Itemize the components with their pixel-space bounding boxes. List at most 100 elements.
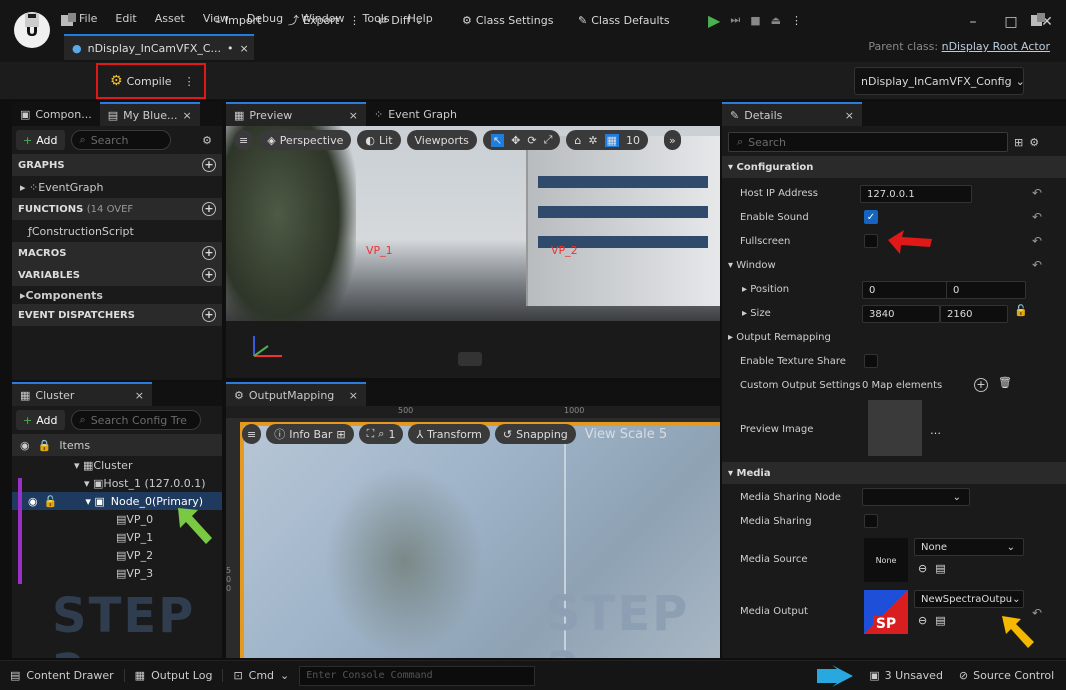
menu-edit[interactable]: Edit bbox=[106, 12, 145, 30]
export-button[interactable]: ⤴ Export ⋮ bbox=[288, 8, 360, 32]
rotate-icon[interactable]: ⟳ bbox=[527, 134, 536, 147]
spectra-logo[interactable]: SP bbox=[864, 590, 908, 634]
trash-icon[interactable]: 🗑 bbox=[998, 376, 1012, 389]
position-y-input[interactable]: 0 bbox=[946, 281, 1026, 299]
eye-icon[interactable]: ◉ bbox=[20, 439, 30, 452]
tab-output-mapping[interactable]: ⚙ OutputMapping × bbox=[226, 382, 366, 406]
unsaved-button[interactable]: ▣ 3 Unsaved bbox=[859, 669, 953, 682]
menu-icon[interactable]: ≡ bbox=[242, 424, 262, 444]
reset-arrow-icon[interactable]: ↶ bbox=[1032, 234, 1042, 248]
unlock-icon[interactable]: 🔓 bbox=[44, 495, 58, 508]
components-category[interactable]: ▸ Components bbox=[12, 286, 222, 304]
output-mapping-canvas[interactable]: 500 1000 5 0 0 ≡ ⓘ Info Bar ⊞ ⛶ ⌕ 1 ⅄ Transfo… bbox=[226, 406, 720, 658]
scale-icon[interactable]: ⤢ bbox=[544, 133, 553, 147]
minimize-icon[interactable]: – bbox=[960, 14, 986, 34]
graphs-section[interactable]: GRAPHS + bbox=[12, 154, 222, 176]
add-variable-icon[interactable]: + bbox=[202, 268, 216, 282]
menu-icon[interactable]: ≡ bbox=[234, 130, 254, 150]
class-settings-button[interactable]: ⚙ Class Settings bbox=[462, 8, 553, 32]
eye-icon[interactable]: ◉ bbox=[28, 495, 38, 508]
lit-button[interactable]: ◐ Lit bbox=[357, 130, 401, 150]
stop-icon[interactable]: ■ bbox=[750, 14, 760, 27]
compile-button[interactable]: ⚙ Compile ⋮ bbox=[96, 63, 206, 99]
event-dispatchers-section[interactable]: EVENT DISPATCHERS + bbox=[12, 304, 222, 326]
move-icon[interactable]: ✥ bbox=[511, 134, 520, 147]
close-icon[interactable]: × bbox=[349, 389, 358, 402]
gear-icon[interactable]: ⚙ bbox=[1029, 136, 1039, 149]
host-ip-input[interactable]: 127.0.0.1 bbox=[860, 185, 972, 203]
export-more-icon[interactable]: ⋮ bbox=[349, 14, 360, 27]
functions-section[interactable]: FUNCTIONS (14 OVEF + bbox=[12, 198, 222, 220]
more-options-icon[interactable]: ⋮ bbox=[184, 75, 195, 88]
add-macro-icon[interactable]: + bbox=[202, 246, 216, 260]
close-icon[interactable]: × bbox=[240, 42, 249, 55]
world-icon[interactable]: ✲ bbox=[588, 134, 597, 147]
close-icon[interactable]: × bbox=[845, 109, 854, 122]
config-dropdown[interactable]: nDisplay_InCamVFX_Config ⌄ bbox=[854, 67, 1025, 95]
browse-config-icon[interactable] bbox=[1030, 8, 1046, 32]
viewports-button[interactable]: Viewports bbox=[406, 130, 477, 150]
zoom-control[interactable]: ⛶ ⌕ 1 bbox=[358, 424, 404, 444]
use-selected-icon[interactable]: ⊖ bbox=[918, 614, 927, 627]
browse-icon[interactable]: ▤ bbox=[935, 562, 945, 575]
event-graph-item[interactable]: ▸ ⁘ EventGraph bbox=[12, 176, 222, 198]
macros-section[interactable]: MACROS + bbox=[12, 242, 222, 264]
construction-script-item[interactable]: ƒ ConstructionScript bbox=[12, 220, 222, 242]
add-button[interactable]: + Add bbox=[16, 410, 65, 430]
fullscreen-checkbox[interactable] bbox=[864, 234, 878, 248]
add-function-icon[interactable]: + bbox=[202, 202, 216, 216]
transform-button[interactable]: ⅄ Transform bbox=[408, 424, 490, 444]
reset-arrow-icon[interactable]: ↶ bbox=[1032, 186, 1042, 200]
media-sharing-checkbox[interactable] bbox=[864, 514, 878, 528]
class-defaults-button[interactable]: ✎ Class Defaults bbox=[578, 8, 670, 32]
use-selected-icon[interactable]: ⊖ bbox=[918, 562, 927, 575]
save-icon[interactable] bbox=[24, 8, 40, 32]
add-dispatcher-icon[interactable]: + bbox=[202, 308, 216, 322]
output-log-button[interactable]: ▦ Output Log bbox=[125, 669, 224, 682]
expand-more-icon[interactable]: » bbox=[663, 130, 681, 150]
tab-event-graph[interactable]: ⁘ Event Graph bbox=[366, 102, 465, 126]
play-options-icon[interactable]: ⋮ bbox=[791, 14, 802, 27]
cmd-dropdown[interactable]: ⊡ Cmd ⌄ bbox=[223, 669, 299, 682]
gear-icon[interactable]: ⚙ bbox=[202, 134, 212, 147]
more-options-icon[interactable]: … bbox=[930, 424, 941, 437]
select-icon[interactable]: ↖ bbox=[490, 133, 505, 147]
browse-icon[interactable]: ▤ bbox=[935, 614, 945, 627]
reset-arrow-icon[interactable]: ↶ bbox=[1032, 258, 1042, 272]
lock-ratio-icon[interactable]: 🔓 bbox=[1014, 304, 1028, 317]
info-bar-button[interactable]: ⓘ Info Bar ⊞ bbox=[266, 424, 354, 444]
table-view-icon[interactable]: ⊞ bbox=[1014, 136, 1023, 149]
tab-cluster[interactable]: ▦ Cluster × bbox=[12, 382, 152, 406]
search-config-input[interactable]: ⌕ Search Config Tre bbox=[70, 410, 201, 430]
tab-preview[interactable]: ▦ Preview × bbox=[226, 102, 366, 126]
tree-host[interactable]: ▾ ▣ Host_1 (127.0.0.1) bbox=[12, 474, 222, 492]
configuration-section[interactable]: ▾ Configuration bbox=[722, 156, 1066, 178]
reset-arrow-icon[interactable]: ↶ bbox=[1032, 210, 1042, 224]
tree-viewport[interactable]: ▤ VP_3 bbox=[12, 564, 222, 582]
media-output-dropdown[interactable]: NewSpectraOutpu ⌄ bbox=[914, 590, 1024, 608]
lock-icon[interactable]: 🔒 bbox=[38, 439, 52, 452]
browse-icon[interactable] bbox=[60, 8, 78, 32]
tab-my-blueprint[interactable]: ▤ My Blue... × bbox=[99, 102, 200, 126]
add-element-icon[interactable]: + bbox=[974, 378, 988, 392]
close-icon[interactable]: × bbox=[135, 389, 144, 402]
preview-viewport[interactable]: VP_1 VP_2 ≡ ◈ Perspective ◐ Lit Viewports … bbox=[226, 126, 720, 378]
tab-details[interactable]: ✎ Details × bbox=[722, 102, 862, 126]
size-row-label[interactable]: ▸ Size bbox=[742, 308, 771, 319]
media-section[interactable]: ▾ Media bbox=[722, 462, 1066, 484]
diff-button[interactable]: ⇄ Diff ⌄ bbox=[378, 8, 424, 32]
maximize-icon[interactable]: □ bbox=[998, 14, 1024, 34]
snapping-button[interactable]: ↺ Snapping bbox=[494, 424, 576, 444]
enable-texture-share-checkbox[interactable] bbox=[864, 354, 878, 368]
output-remapping-row[interactable]: ▸ Output Remapping bbox=[728, 332, 831, 343]
tree-viewport[interactable]: ▤ VP_2 bbox=[12, 546, 222, 564]
size-height-input[interactable]: 2160 bbox=[940, 305, 1008, 323]
step-icon[interactable]: ⏭ bbox=[730, 13, 740, 27]
enable-sound-checkbox[interactable]: ✓ bbox=[864, 210, 878, 224]
close-icon[interactable]: × bbox=[182, 109, 191, 122]
tab-components[interactable]: ▣ Compon... bbox=[12, 102, 100, 126]
media-source-dropdown[interactable]: None ⌄ bbox=[914, 538, 1024, 556]
search-input[interactable]: ⌕ Search bbox=[70, 130, 171, 150]
perspective-button[interactable]: ◈ Perspective bbox=[259, 130, 352, 150]
media-sharing-node-dropdown[interactable]: ⌄ bbox=[862, 488, 970, 506]
